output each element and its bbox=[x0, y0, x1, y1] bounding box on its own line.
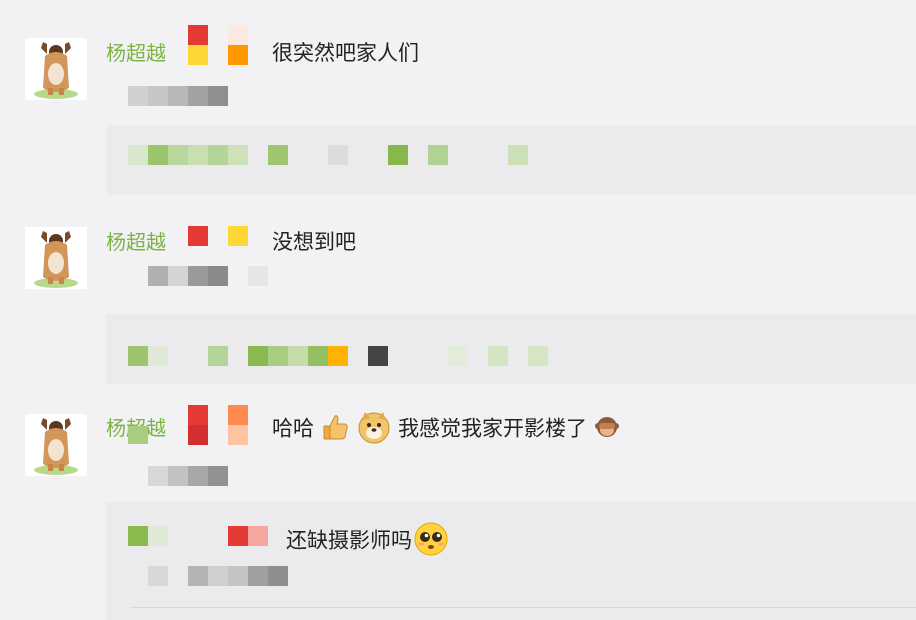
thumbs-up-icon bbox=[321, 412, 351, 447]
reply-preview-box[interactable]: 还缺摄影师吗 bbox=[106, 502, 916, 620]
see-no-evil-monkey-icon bbox=[594, 414, 620, 445]
divider bbox=[130, 607, 916, 608]
level-badge-icon bbox=[228, 405, 248, 445]
pleading-face-icon bbox=[412, 520, 450, 563]
comment-text-part: 哈哈 bbox=[272, 416, 314, 441]
doge-icon bbox=[357, 410, 391, 449]
user-avatar-icon bbox=[25, 414, 87, 476]
reply-text: 还缺摄影师吗 bbox=[286, 528, 412, 553]
comment-text-part: 我感觉我家开影楼了 bbox=[398, 416, 588, 441]
comment-item: 杨超越 哈哈 我感觉我家开影楼了 bbox=[0, 0, 916, 620]
level-badge-icon bbox=[188, 405, 208, 445]
reply-text-line: 还缺摄影师吗 bbox=[286, 520, 450, 563]
comment-text: 哈哈 我感觉我家开影楼了 bbox=[272, 410, 620, 449]
avatar[interactable] bbox=[25, 414, 87, 476]
